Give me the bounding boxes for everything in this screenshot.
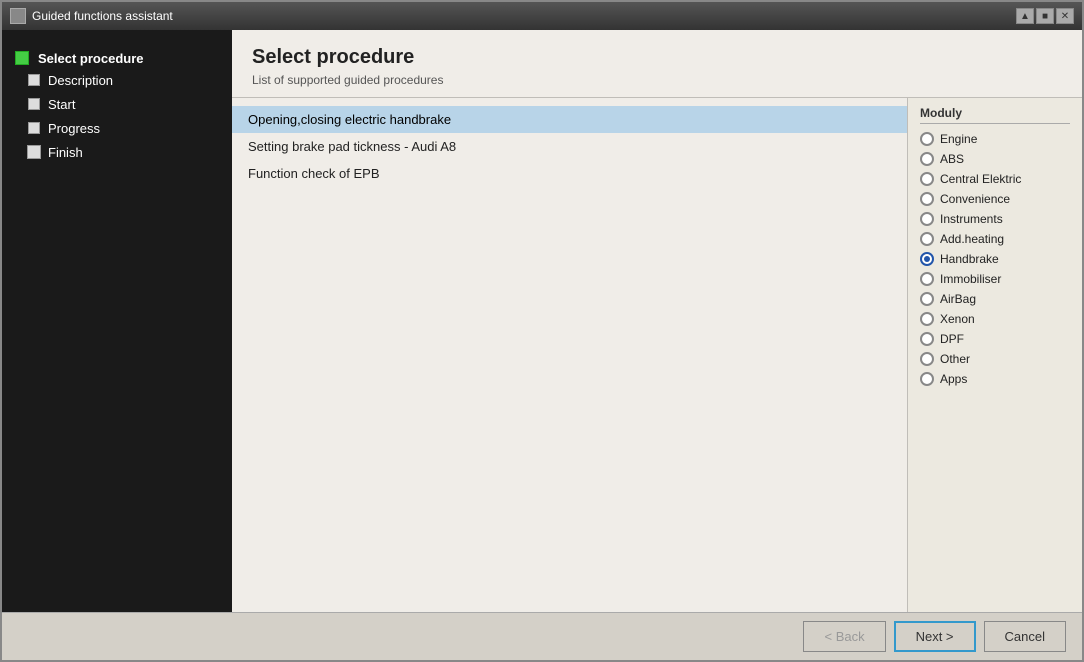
- radio-circle-other: [920, 352, 934, 366]
- radio-engine[interactable]: Engine: [920, 132, 1070, 146]
- back-button[interactable]: < Back: [803, 621, 885, 652]
- radio-immobiliser[interactable]: Immobiliser: [920, 272, 1070, 286]
- white-indicator: [28, 74, 40, 86]
- procedure-list: Opening,closing electric handbrake Setti…: [232, 98, 907, 612]
- radio-circle-engine: [920, 132, 934, 146]
- titlebar-left: Guided functions assistant: [10, 8, 173, 24]
- white-indicator-start: [28, 98, 40, 110]
- moduly-title: Moduly: [920, 106, 1070, 124]
- radio-label-airbag: AirBag: [940, 292, 976, 306]
- radio-label-other: Other: [940, 352, 970, 366]
- white-indicator-progress: [28, 122, 40, 134]
- footer: < Back Next > Cancel: [2, 612, 1082, 660]
- radio-circle-dpf: [920, 332, 934, 346]
- procedure-item-0[interactable]: Opening,closing electric handbrake: [232, 106, 907, 133]
- radio-label-central: Central Elektric: [940, 172, 1021, 186]
- radio-other[interactable]: Other: [920, 352, 1070, 366]
- step-indicator-start: [26, 96, 42, 112]
- sidebar-label-description: Description: [48, 73, 113, 88]
- radio-instruments[interactable]: Instruments: [920, 212, 1070, 226]
- radio-circle-handbrake: [920, 252, 934, 266]
- radio-label-dpf: DPF: [940, 332, 964, 346]
- step-indicator-description: [26, 72, 42, 88]
- radio-label-handbrake: Handbrake: [940, 252, 999, 266]
- radio-apps[interactable]: Apps: [920, 372, 1070, 386]
- minimize-button[interactable]: ▲: [1016, 8, 1034, 24]
- step-indicator-progress: [26, 120, 42, 136]
- sidebar-item-progress[interactable]: Progress: [26, 116, 224, 140]
- radio-circle-xenon: [920, 312, 934, 326]
- radio-abs[interactable]: ABS: [920, 152, 1070, 166]
- radio-label-apps: Apps: [940, 372, 967, 386]
- sidebar-tree: Description Start Progress: [10, 68, 224, 164]
- radio-central-elektric[interactable]: Central Elektric: [920, 172, 1070, 186]
- main-header: Select procedure List of supported guide…: [232, 30, 1082, 98]
- app-icon: [10, 8, 26, 24]
- radio-circle-convenience: [920, 192, 934, 206]
- radio-xenon[interactable]: Xenon: [920, 312, 1070, 326]
- white-indicator-finish: [27, 145, 41, 159]
- radio-dpf[interactable]: DPF: [920, 332, 1070, 346]
- radio-circle-immobiliser: [920, 272, 934, 286]
- moduly-panel: Moduly Engine ABS Central Elektric: [907, 98, 1082, 612]
- main-title: Select procedure: [252, 46, 1062, 69]
- radio-airbag[interactable]: AirBag: [920, 292, 1070, 306]
- titlebar: Guided functions assistant ▲ ■ ✕: [2, 2, 1082, 30]
- step-indicator-finish: [26, 144, 42, 160]
- radio-label-add-heating: Add.heating: [940, 232, 1004, 246]
- radio-label-abs: ABS: [940, 152, 964, 166]
- sidebar-label-start: Start: [48, 97, 75, 112]
- radio-circle-abs: [920, 152, 934, 166]
- sidebar-item-start[interactable]: Start: [26, 92, 224, 116]
- step-indicator-select: [14, 50, 30, 66]
- radio-label-instruments: Instruments: [940, 212, 1003, 226]
- sidebar-item-select-procedure[interactable]: Select procedure: [10, 46, 224, 68]
- radio-handbrake[interactable]: Handbrake: [920, 252, 1070, 266]
- radio-circle-airbag: [920, 292, 934, 306]
- cancel-button[interactable]: Cancel: [984, 621, 1066, 652]
- titlebar-controls: ▲ ■ ✕: [1016, 8, 1074, 24]
- procedure-item-1[interactable]: Setting brake pad tickness - Audi A8: [232, 133, 907, 160]
- main-subtitle: List of supported guided procedures: [252, 73, 1062, 87]
- procedure-item-2[interactable]: Function check of EPB: [232, 160, 907, 187]
- maximize-button[interactable]: ■: [1036, 8, 1054, 24]
- green-indicator: [15, 51, 29, 65]
- radio-circle-central: [920, 172, 934, 186]
- next-button[interactable]: Next >: [894, 621, 976, 652]
- sidebar-label-finish: Finish: [48, 145, 83, 160]
- sidebar: Select procedure Description Start: [2, 30, 232, 612]
- sidebar-item-description[interactable]: Description: [26, 68, 224, 92]
- radio-label-xenon: Xenon: [940, 312, 975, 326]
- radio-label-immobiliser: Immobiliser: [940, 272, 1001, 286]
- main-body: Opening,closing electric handbrake Setti…: [232, 98, 1082, 612]
- radio-circle-apps: [920, 372, 934, 386]
- sidebar-label-select-procedure: Select procedure: [38, 51, 144, 66]
- radio-label-convenience: Convenience: [940, 192, 1010, 206]
- main-content: Select procedure List of supported guide…: [232, 30, 1082, 612]
- sidebar-item-finish[interactable]: Finish: [26, 140, 224, 164]
- radio-convenience[interactable]: Convenience: [920, 192, 1070, 206]
- close-button[interactable]: ✕: [1056, 8, 1074, 24]
- main-window: Guided functions assistant ▲ ■ ✕ Select …: [0, 0, 1084, 662]
- radio-circle-instruments: [920, 212, 934, 226]
- sidebar-label-progress: Progress: [48, 121, 100, 136]
- radio-add-heating[interactable]: Add.heating: [920, 232, 1070, 246]
- window-content: Select procedure Description Start: [2, 30, 1082, 612]
- radio-label-engine: Engine: [940, 132, 977, 146]
- radio-circle-add-heating: [920, 232, 934, 246]
- window-title: Guided functions assistant: [32, 9, 173, 23]
